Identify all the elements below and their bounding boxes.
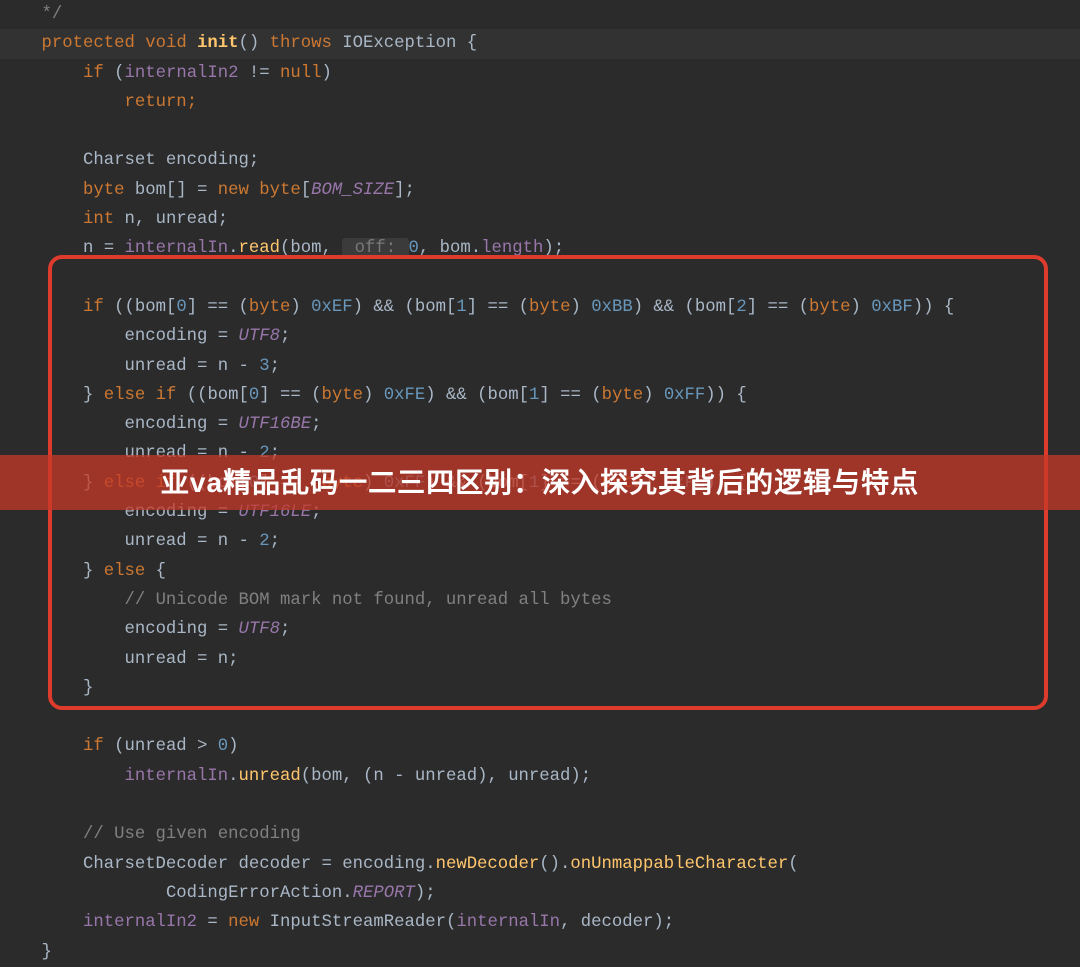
comment-close: */ <box>0 5 62 24</box>
active-line: protected void init() throws IOException… <box>0 29 1080 58</box>
code-editor[interactable]: */ protected void init() throws IOExcept… <box>0 0 1080 967</box>
param-hint: off: <box>342 238 408 259</box>
